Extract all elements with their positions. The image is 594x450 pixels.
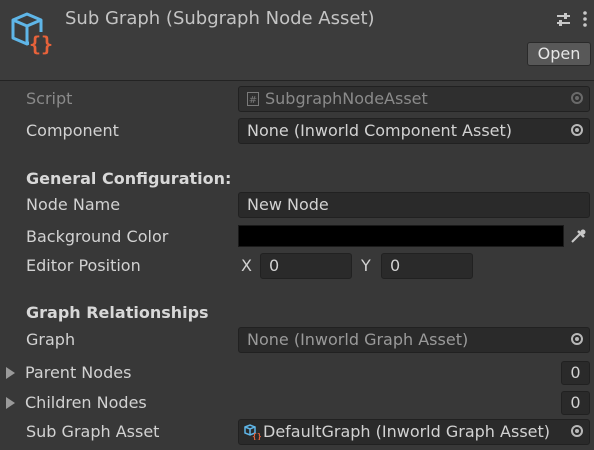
sub-graph-asset-label: Sub Graph Asset [26,422,160,441]
open-button[interactable]: Open [527,42,591,66]
background-color-swatch[interactable] [238,225,564,247]
graph-value: None (Inworld Graph Asset) [247,330,469,349]
editor-position-label: Editor Position [26,256,141,275]
svg-text:#: # [249,95,257,106]
svg-text:{}: {} [252,432,261,440]
graph-label: Graph [26,330,76,349]
eyedropper-icon[interactable] [566,225,590,247]
parent-nodes-label[interactable]: Parent Nodes [25,363,131,382]
inspector-title: Sub Graph (Subgraph Node Asset) [65,8,375,29]
graph-asset-icon: {} [243,423,262,441]
general-configuration-heading: General Configuration: [26,169,232,188]
parent-nodes-foldout-arrow[interactable] [6,367,15,379]
parent-nodes-count[interactable]: 0 [561,361,590,385]
children-nodes-count[interactable]: 0 [561,391,590,415]
object-picker-icon[interactable] [571,425,583,437]
script-label: Script [26,89,73,108]
component-field[interactable]: None (Inworld Component Asset) [238,118,590,144]
script-value: SubgraphNodeAsset [265,89,428,108]
sub-graph-asset-value: DefaultGraph (Inworld Graph Asset) [263,422,551,441]
children-nodes-label[interactable]: Children Nodes [25,393,147,412]
preset-settings-icon[interactable] [556,12,571,26]
position-x-input[interactable]: 0 [260,253,352,279]
component-label: Component [26,121,119,140]
object-picker-icon[interactable] [571,124,583,136]
script-field[interactable]: # SubgraphNodeAsset [238,86,590,112]
position-y-input[interactable]: 0 [381,253,473,279]
script-file-icon: # [247,89,259,106]
object-picker-icon[interactable] [571,333,583,345]
subgraph-asset-icon: {} [9,12,55,56]
graph-relationships-heading: Graph Relationships [26,303,209,322]
position-y-label: Y [361,256,371,275]
more-options-icon[interactable] [582,11,588,27]
node-name-value: New Node [247,195,329,214]
background-color-label: Background Color [26,227,169,246]
component-value: None (Inworld Component Asset) [247,121,513,140]
sub-graph-asset-field[interactable]: {} DefaultGraph (Inworld Graph Asset) [238,419,590,445]
graph-field[interactable]: None (Inworld Graph Asset) [238,327,590,353]
node-name-input[interactable]: New Node [238,192,590,218]
position-x-label: X [241,256,252,275]
children-nodes-foldout-arrow[interactable] [6,397,15,409]
node-name-label: Node Name [26,195,121,214]
svg-text:{}: {} [29,32,53,56]
object-picker-icon[interactable] [571,92,583,104]
